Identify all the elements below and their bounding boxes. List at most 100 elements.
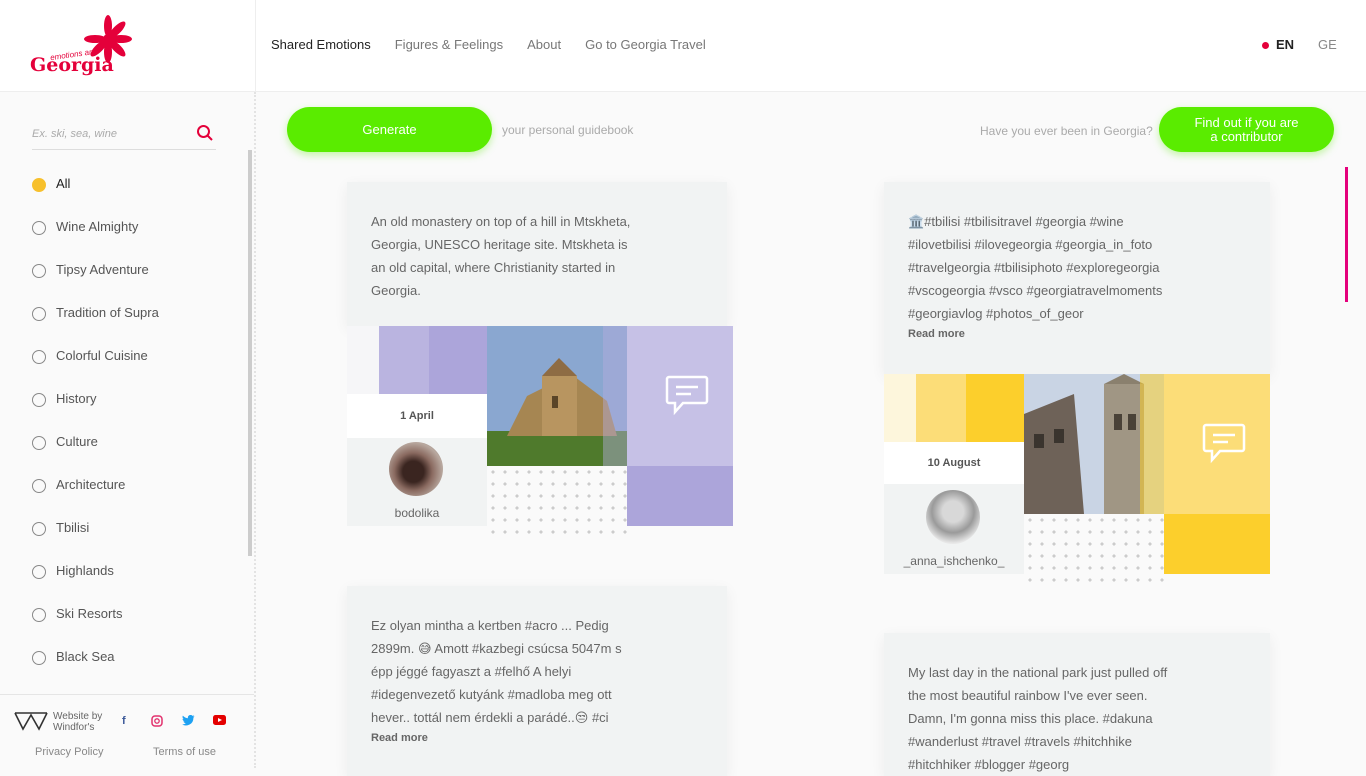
category-item[interactable]: Wine Almighty (32, 219, 232, 262)
radio-selected[interactable] (32, 178, 46, 192)
logo[interactable]: emotions are Georgia (0, 0, 256, 92)
post-text-line: épp jéggé fagyaszt a #felhő A helyi (371, 664, 572, 679)
category-item[interactable]: Tbilisi (32, 520, 232, 563)
find-contributor-button[interactable]: Find out if you are a contributor (1159, 107, 1334, 152)
find-contributor-line1: Find out if you are (1194, 115, 1299, 130)
radio[interactable] (32, 350, 46, 364)
category-label: Culture (56, 434, 98, 449)
radio[interactable] (32, 522, 46, 536)
read-more-link[interactable]: Read more (371, 732, 428, 744)
comment-icon[interactable] (665, 374, 709, 416)
radio[interactable] (32, 307, 46, 321)
sidebar-footer: Website by Windfor's f Privacy Policy Te… (0, 694, 254, 768)
post-text-line: Georgia, UNESCO heritage site. Mtskheta … (371, 237, 628, 252)
radio[interactable] (32, 565, 46, 579)
category-item[interactable]: Tipsy Adventure (32, 262, 232, 305)
post-text-line: #vscogeorgia #vsco #georgiatravelmoments (908, 283, 1163, 298)
search-icon[interactable] (196, 124, 214, 142)
read-more-link[interactable]: Read more (908, 328, 965, 340)
been-in-georgia-text: Have you ever been in Georgia? (980, 124, 1153, 138)
windfor-logo-icon[interactable] (14, 711, 48, 731)
category-item[interactable]: History (32, 391, 232, 434)
lang-ge[interactable]: GE (1318, 37, 1337, 52)
comment-icon[interactable] (1202, 422, 1246, 464)
post-date: 10 August (884, 442, 1024, 484)
mosaic-tile (884, 374, 916, 442)
post-text-line: the most beautiful rainbow I've ever see… (908, 688, 1148, 703)
post-text-line: My last day in the national park just pu… (908, 665, 1168, 680)
instagram-icon[interactable] (151, 715, 163, 730)
author-name[interactable]: _anna_ishchenko_ (884, 554, 1024, 568)
post-text-line: Damn, I'm gonna miss this place. #dakuna (908, 711, 1153, 726)
radio[interactable] (32, 479, 46, 493)
youtube-icon[interactable] (213, 715, 226, 728)
mosaic-tile (347, 326, 379, 394)
post-text-line: An old monastery on top of a hill in Mts… (371, 214, 631, 229)
post-text-line: 🏛️#tbilisi #tbilisitravel #georgia #wine (908, 214, 1124, 229)
category-item[interactable]: All (32, 176, 232, 219)
radio[interactable] (32, 393, 46, 407)
post-text-line: #ilovetbilisi #ilovegeorgia #georgia_in_… (908, 237, 1153, 252)
search-field[interactable]: Ex. ski, sea, wine (32, 122, 216, 150)
nav-figures-feelings[interactable]: Figures & Feelings (395, 37, 503, 52)
terms-of-use-link[interactable]: Terms of use (153, 746, 216, 758)
comment-tile[interactable] (1164, 374, 1270, 514)
radio[interactable] (32, 608, 46, 622)
post-text-line: #idegenvezető kutyánk #madloba meg ott (371, 687, 612, 702)
category-label: Tradition of Supra (56, 305, 159, 320)
post-card[interactable]: 🏛️#tbilisi #tbilisitravel #georgia #wine… (884, 182, 1270, 374)
sidebar: Ex. ski, sea, wine All Wine Almighty Tip… (0, 92, 256, 768)
search-input[interactable]: Ex. ski, sea, wine (32, 128, 117, 140)
radio[interactable] (32, 221, 46, 235)
nav-shared-emotions[interactable]: Shared Emotions (271, 37, 371, 52)
privacy-policy-link[interactable]: Privacy Policy (35, 746, 103, 758)
post-text-line: Ez olyan mintha a kertben #acro ... Pedi… (371, 618, 609, 633)
page-scroll-indicator[interactable] (1345, 167, 1348, 302)
category-list: All Wine Almighty Tipsy Adventure Tradit… (32, 176, 232, 666)
mosaic-tile (603, 326, 627, 466)
website-credit[interactable]: Website by Windfor's (53, 711, 109, 733)
category-item[interactable]: Ski Resorts (32, 606, 232, 649)
comment-tile[interactable] (627, 326, 733, 466)
category-label: All (56, 176, 71, 191)
post-text: My last day in the national park just pu… (908, 661, 1167, 776)
mosaic-tile (966, 374, 1024, 442)
post-text: 🏛️#tbilisi #tbilisitravel #georgia #wine… (908, 210, 1162, 325)
sidebar-scrollbar[interactable] (248, 150, 252, 556)
post-text-line: #georgiavlog #photos_of_geor (908, 306, 1084, 321)
author-name[interactable]: bodolika (347, 506, 487, 520)
category-item[interactable]: Highlands (32, 563, 232, 606)
author-box[interactable]: bodolika (347, 438, 487, 526)
post-card[interactable]: My last day in the national park just pu… (884, 633, 1270, 776)
avatar[interactable] (926, 490, 980, 544)
avatar[interactable] (389, 442, 443, 496)
mosaic-tile (1164, 514, 1270, 574)
generate-button[interactable]: Generate (287, 107, 492, 152)
main-nav: Shared Emotions Figures & Feelings About… (271, 37, 706, 52)
category-item[interactable]: Black Sea (32, 649, 232, 666)
category-label: Tipsy Adventure (56, 262, 149, 277)
nav-georgia-travel[interactable]: Go to Georgia Travel (585, 37, 706, 52)
author-box[interactable]: _anna_ishchenko_ (884, 484, 1024, 574)
category-item[interactable]: Tradition of Supra (32, 305, 232, 348)
post-card[interactable]: An old monastery on top of a hill in Mts… (347, 182, 727, 326)
twitter-icon[interactable] (182, 714, 195, 729)
category-item[interactable]: Colorful Cuisine (32, 348, 232, 391)
header: emotions are Georgia Shared Emotions Fig… (0, 0, 1366, 92)
radio[interactable] (32, 436, 46, 450)
category-item[interactable]: Culture (32, 434, 232, 477)
post-text-line: #hitchhiker #blogger #georg (908, 757, 1070, 772)
post-text-line: Georgia. (371, 283, 421, 298)
mosaic-tile (1140, 374, 1164, 514)
post-card[interactable]: Ez olyan mintha a kertben #acro ... Pedi… (347, 586, 727, 776)
dot-pattern (1024, 514, 1164, 582)
nav-about[interactable]: About (527, 37, 561, 52)
radio[interactable] (32, 651, 46, 665)
category-label: History (56, 391, 97, 406)
mosaic-tile (916, 374, 966, 442)
facebook-icon[interactable]: f (122, 715, 126, 727)
category-item[interactable]: Architecture (32, 477, 232, 520)
radio[interactable] (32, 264, 46, 278)
lang-en[interactable]: EN (1276, 37, 1294, 52)
generate-subtitle: your personal guidebook (502, 123, 634, 137)
